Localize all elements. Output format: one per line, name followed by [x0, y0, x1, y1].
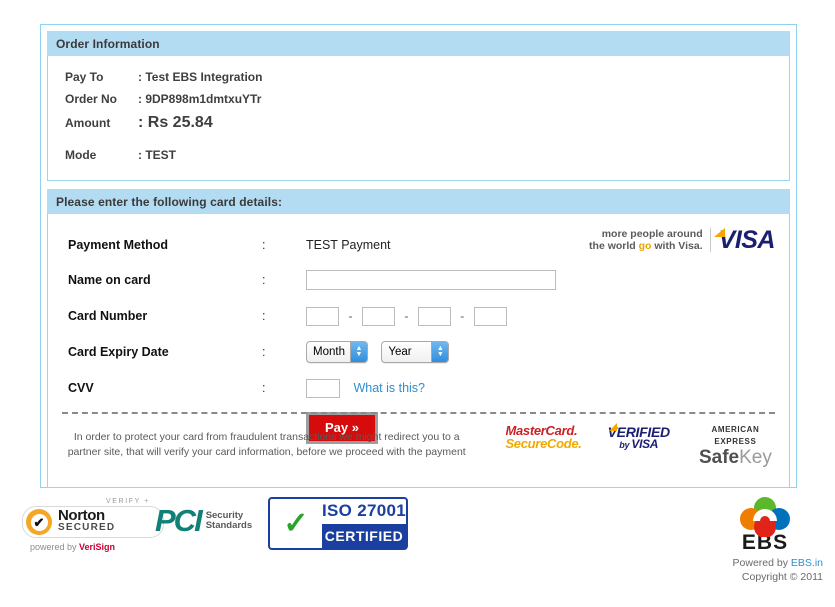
payment-method-colon: : — [262, 238, 266, 252]
verified-check-icon — [608, 423, 617, 431]
pci-line2: Standards — [205, 519, 253, 531]
norton-line2: SECURED — [58, 522, 116, 533]
cvv-input[interactable] — [306, 378, 340, 398]
pci-security-standards-seal: PCI Security Standards — [155, 505, 252, 536]
ebs-footer: EBS Powered by EBS.in Copyright © 2011 — [705, 495, 825, 584]
pci-logo-text: PCI — [155, 503, 203, 538]
card-number-part-3[interactable] — [417, 306, 451, 326]
card-number-part-2[interactable] — [361, 306, 395, 326]
card-details-title: Please enter the following card details: — [56, 194, 283, 209]
card-number-part-4[interactable] — [473, 306, 507, 326]
iso-seal-text: ISO 27001 CERTIFIED — [322, 499, 406, 548]
order-information-body: Pay To : Test EBS Integration Order No :… — [47, 56, 790, 181]
payment-method-label: Payment Method — [68, 238, 169, 252]
chevron-updown-icon: ▲ ▼ — [350, 342, 367, 362]
mastercard-line2: SecureCode. — [505, 436, 582, 451]
visa-swoosh-icon — [713, 227, 725, 237]
amex-line1: AMERICAN EXPRESS — [711, 425, 760, 446]
order-row-pay-to: Pay To : Test EBS Integration — [48, 70, 789, 84]
row-card-number: Card Number : - - - — [48, 298, 789, 334]
expiry-month-select[interactable]: Month ▲ ▼ — [306, 341, 368, 363]
expiry-year-value: Year — [388, 346, 412, 358]
row-name-on-card: Name on card : — [48, 262, 789, 298]
card-details-footer: In order to protect your card from fraud… — [48, 422, 789, 468]
order-row-mode: Mode : TEST — [48, 148, 789, 162]
card-expiry-colon: : — [262, 345, 266, 359]
pci-words: Security Standards — [205, 509, 253, 531]
cvv-group: What is this? — [306, 378, 425, 398]
ebs-link[interactable]: EBS.in — [791, 557, 823, 569]
order-information-title: Order Information — [56, 36, 160, 51]
powered-by-line: Powered by EBS.in — [732, 557, 823, 569]
visa-banner-go: go — [638, 240, 652, 252]
expiry-month-value: Month — [313, 346, 345, 358]
visa-banner: more people around the world go with Vis… — [589, 222, 775, 258]
visa-logo: VISA — [711, 225, 776, 255]
copyright-line: Copyright © 2011 — [741, 571, 823, 583]
card-expiry-group: Month ▲ ▼ Year ▲ ▼ — [306, 341, 450, 363]
card-expiry-label: Card Expiry Date — [68, 345, 169, 359]
order-no-label: Order No — [65, 92, 118, 106]
norton-seal-words: Norton SECURED — [58, 507, 116, 534]
visa-banner-text: more people around the world go with Vis… — [589, 228, 711, 252]
iso-27001-seal: ✓ ISO 27001 CERTIFIED — [268, 497, 408, 550]
norton-verify-text: VERIFY + — [106, 498, 150, 505]
amount-label: Amount — [65, 116, 111, 130]
pay-to-label: Pay To — [65, 70, 104, 84]
order-row-order-no: Order No : 9DP898m1dmtxuYTr — [48, 92, 789, 106]
security-badges: MasterCard. SecureCode. VERIFIED by VISA… — [505, 422, 775, 468]
mode-label: Mode — [65, 148, 97, 162]
norton-verisign-text: powered by VeriSign — [30, 542, 116, 552]
pci-line1: Security — [205, 509, 244, 521]
row-cvv: CVV : What is this? — [48, 370, 789, 406]
mastercard-securecode-badge: MasterCard. SecureCode. — [505, 424, 581, 450]
ebs-logo-icon — [737, 495, 793, 538]
card-number-separator-2: - — [404, 309, 409, 323]
fraud-disclaimer: In order to protect your card from fraud… — [67, 431, 466, 458]
form-divider — [62, 412, 775, 414]
verified-by-visa-badge: VERIFIED by VISA — [608, 423, 670, 451]
pay-to-value: : Test EBS Integration — [138, 70, 263, 84]
ebs-copyright-block: Powered by EBS.in Copyright © 2011 — [705, 552, 825, 584]
name-on-card-label: Name on card — [68, 273, 151, 287]
norton-check-icon: ✔ — [26, 509, 52, 535]
card-number-part-1[interactable] — [306, 306, 339, 326]
norton-secured-seal: VERIFY + ✔ Norton SECURED powered by Ver… — [22, 498, 172, 552]
card-number-colon: : — [262, 309, 266, 323]
payment-method-value: TEST Payment — [306, 238, 391, 252]
mode-value: : TEST — [138, 148, 176, 162]
iso-check-icon: ✓ — [283, 506, 309, 540]
norton-line1: Norton — [58, 507, 105, 524]
expiry-year-select[interactable]: Year ▲ ▼ — [381, 341, 450, 363]
row-card-expiry: Card Expiry Date : Month ▲ ▼ Year ▲ ▼ — [48, 334, 789, 370]
ebs-logo-svg — [740, 497, 790, 538]
order-row-amount: Amount : Rs 25.84 — [48, 114, 789, 132]
payment-gateway-page: Order Information Pay To : Test EBS Inte… — [0, 0, 835, 607]
cvv-colon: : — [262, 381, 266, 395]
iso-bottom-text: CERTIFIED — [322, 523, 406, 548]
order-information-header: Order Information — [47, 31, 790, 56]
cvv-label: CVV — [68, 381, 94, 395]
card-details-body: more people around the world go with Vis… — [47, 214, 790, 488]
card-number-separator-1: - — [348, 309, 353, 323]
card-details-header: Please enter the following card details: — [47, 189, 790, 214]
name-on-card-colon: : — [262, 273, 266, 287]
card-number-separator-3: - — [460, 309, 465, 323]
visa-banner-line1: more people around — [601, 228, 703, 240]
card-number-group: - - - — [306, 306, 507, 326]
visa-banner-line2: the world go with Visa. — [589, 240, 703, 252]
order-no-value: : 9DP898m1dmtxuYTr — [138, 92, 262, 106]
name-on-card-input[interactable] — [306, 270, 556, 290]
visa-logo-text: VISA — [718, 225, 776, 254]
amount-value: : Rs 25.84 — [138, 114, 213, 131]
amex-safekey-badge: AMERICAN EXPRESS SafeKey — [696, 424, 775, 468]
norton-seal-body: ✔ Norton SECURED — [22, 506, 164, 538]
trust-seal-strip: VERIFY + ✔ Norton SECURED powered by Ver… — [0, 495, 835, 583]
card-number-label: Card Number — [68, 309, 148, 323]
payment-card-container: Order Information Pay To : Test EBS Inte… — [40, 24, 797, 488]
cvv-help-link[interactable]: What is this? — [353, 381, 425, 395]
iso-top-text: ISO 27001 — [322, 501, 406, 521]
amex-line2: SafeKey — [698, 447, 772, 468]
chevron-updown-icon: ▲ ▼ — [431, 342, 449, 362]
